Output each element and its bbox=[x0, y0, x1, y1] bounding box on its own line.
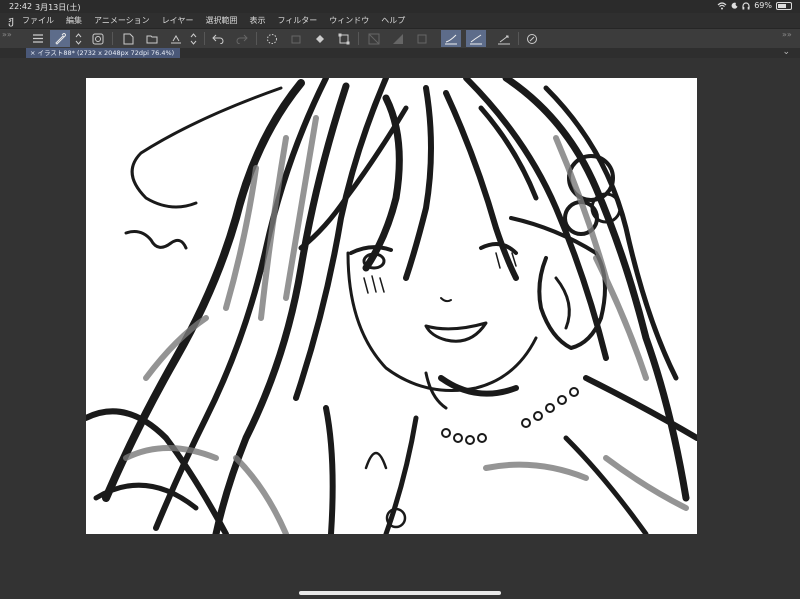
menu-help[interactable]: ヘルプ bbox=[381, 15, 405, 26]
pen-pressure-icon[interactable] bbox=[441, 30, 461, 47]
updown-icon[interactable] bbox=[71, 30, 85, 47]
ruler-pen-icon[interactable] bbox=[494, 30, 514, 47]
toolbar-divider bbox=[518, 32, 519, 45]
lasso-icon[interactable] bbox=[262, 30, 282, 47]
redo-icon[interactable] bbox=[232, 30, 252, 47]
mask-icon[interactable] bbox=[364, 30, 384, 47]
new-file-icon[interactable] bbox=[118, 30, 138, 47]
pen-stroke-icon[interactable] bbox=[466, 30, 486, 47]
toolbar-divider bbox=[112, 32, 113, 45]
menu-edit[interactable]: 編集 bbox=[66, 15, 82, 26]
status-time: 22:42 bbox=[9, 2, 33, 11]
menu-animation[interactable]: アニメーション bbox=[94, 15, 150, 26]
toolbar-divider bbox=[204, 32, 205, 45]
menu-selection[interactable]: 選択範囲 bbox=[205, 15, 237, 26]
menu-layer[interactable]: レイヤー bbox=[162, 15, 194, 26]
menu-window[interactable]: ウィンドウ bbox=[329, 15, 369, 26]
document-tab-bar: × イラスト88* (2732 x 2048px 72dpi 76.4%) ⌄ bbox=[0, 47, 800, 58]
home-indicator[interactable] bbox=[299, 591, 501, 595]
save-icon[interactable] bbox=[166, 30, 186, 47]
headphones-icon bbox=[742, 1, 750, 9]
status-date: 3月13日(土) bbox=[35, 3, 81, 12]
menu-view[interactable]: 表示 bbox=[249, 15, 265, 26]
status-bar: 22:42 3月13日(土) 69% bbox=[0, 0, 800, 13]
frame-icon[interactable] bbox=[412, 30, 432, 47]
battery-fill bbox=[778, 3, 786, 8]
chevron-down-icon[interactable]: ⌄ bbox=[782, 47, 790, 57]
menu-filter[interactable]: フィルター bbox=[277, 15, 317, 26]
drawing-canvas[interactable] bbox=[86, 78, 697, 534]
command-bar bbox=[0, 28, 800, 49]
wifi-icon bbox=[717, 1, 727, 9]
close-icon[interactable]: × bbox=[30, 49, 35, 57]
document-tab[interactable]: × イラスト88* (2732 x 2048px 72dpi 76.4%) bbox=[26, 48, 181, 58]
toolbar-divider bbox=[358, 32, 359, 45]
left-panel-toggle-icon[interactable]: »» bbox=[2, 30, 12, 39]
battery-percent: 69% bbox=[754, 1, 772, 10]
do-not-disturb-icon bbox=[731, 2, 738, 9]
tool-icon[interactable] bbox=[50, 30, 70, 47]
transform-icon[interactable] bbox=[334, 30, 354, 47]
clear-icon[interactable] bbox=[286, 30, 306, 47]
updown-icon[interactable] bbox=[186, 30, 200, 47]
menu-bar: ჟ ファイル 編集 アニメーション レイヤー 選択範囲 表示 フィルター ウィン… bbox=[0, 13, 800, 28]
workspace bbox=[0, 58, 800, 599]
toolbar-divider bbox=[256, 32, 257, 45]
battery-icon bbox=[776, 1, 792, 10]
status-icons: 69% bbox=[717, 1, 792, 10]
layer-icon[interactable] bbox=[88, 30, 108, 47]
sketch-illustration bbox=[86, 78, 697, 534]
open-icon[interactable] bbox=[142, 30, 162, 47]
menu-icon[interactable] bbox=[28, 30, 48, 47]
menu-file[interactable]: ファイル bbox=[22, 15, 54, 26]
fill-icon[interactable] bbox=[310, 30, 330, 47]
assist-icon[interactable] bbox=[522, 30, 542, 47]
right-panel-toggle-icon[interactable]: »» bbox=[782, 30, 792, 39]
gradient-icon[interactable] bbox=[388, 30, 408, 47]
undo-icon[interactable] bbox=[208, 30, 228, 47]
clip-studio-icon[interactable]: ჟ bbox=[0, 14, 22, 27]
document-tab-title: イラスト88* (2732 x 2048px 72dpi 76.4%) bbox=[37, 49, 175, 57]
